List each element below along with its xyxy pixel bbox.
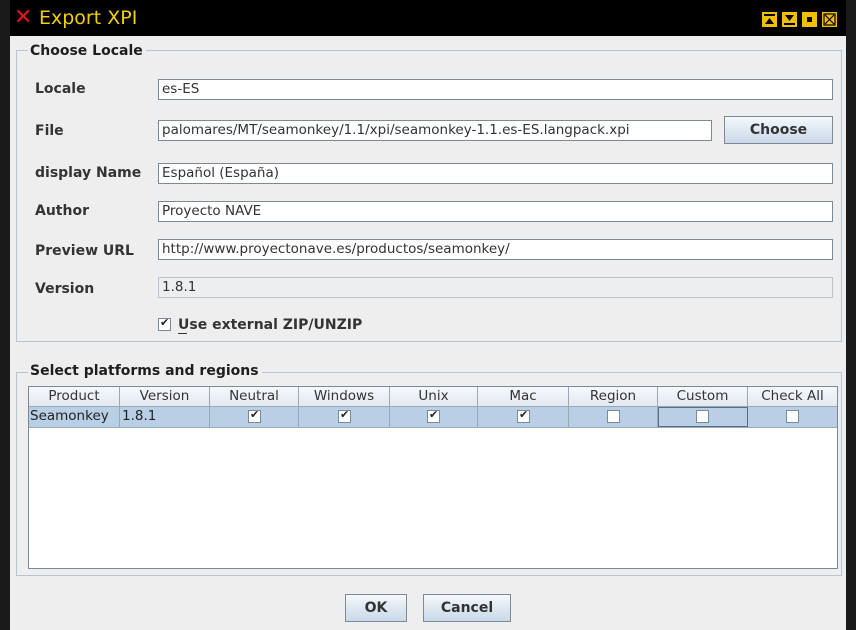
close-icon[interactable] [822, 12, 837, 27]
custom-cell[interactable] [658, 407, 748, 427]
preview-url-label: Preview URL [35, 243, 134, 259]
mac-checkbox[interactable]: ✔ [517, 408, 530, 423]
checkmark-icon: ✔ [250, 408, 260, 421]
app-close-x-icon[interactable]: ✕ [14, 7, 34, 29]
mac-cell[interactable]: ✔ [478, 407, 569, 427]
locale-field[interactable]: es-ES [158, 79, 833, 100]
ok-button[interactable]: OK [345, 594, 407, 622]
restore-icon[interactable] [802, 12, 817, 27]
column-header-custom[interactable]: Custom [658, 387, 748, 407]
author-label: Author [35, 203, 89, 219]
column-header-windows[interactable]: Windows [299, 387, 390, 407]
platforms-table[interactable]: Product Version Neutral Windows Unix Mac… [28, 386, 838, 569]
windows-cell[interactable]: ✔ [299, 407, 390, 427]
column-header-product[interactable]: Product [29, 387, 120, 407]
column-header-version[interactable]: Version [120, 387, 210, 407]
mnemonic-underline [178, 333, 187, 334]
file-label: File [35, 123, 64, 139]
use-external-zip-checkbox[interactable]: ✔ [158, 316, 171, 331]
version-field: 1.8.1 [158, 277, 833, 298]
export-xpi-dialog: ✕ Export XPI Choose Locale Locale es-ES … [10, 0, 846, 630]
windows-checkbox[interactable]: ✔ [338, 408, 351, 423]
product-cell[interactable]: Seamonkey [29, 407, 120, 427]
locale-label: Locale [35, 81, 86, 97]
display-name-label: display Name [35, 165, 142, 181]
checkmark-icon: ✔ [340, 408, 350, 421]
region-cell[interactable] [569, 407, 658, 427]
unix-cell[interactable]: ✔ [390, 407, 478, 427]
maximize-icon[interactable] [782, 12, 797, 27]
table-row[interactable]: Seamonkey 1.8.1 ✔ ✔ ✔ ✔ [29, 407, 837, 428]
checkmark-icon: ✔ [160, 316, 170, 329]
version-cell[interactable]: 1.8.1 [120, 407, 210, 427]
column-header-region[interactable]: Region [569, 387, 658, 407]
region-checkbox[interactable] [607, 410, 620, 423]
minimize-icon[interactable] [762, 12, 777, 27]
check-all-checkbox[interactable] [786, 410, 799, 423]
neutral-cell[interactable]: ✔ [210, 407, 299, 427]
column-header-check-all[interactable]: Check All [748, 387, 837, 407]
column-header-mac[interactable]: Mac [478, 387, 569, 407]
column-header-neutral[interactable]: Neutral [210, 387, 299, 407]
platforms-legend: Select platforms and regions [28, 362, 262, 380]
choose-button[interactable]: Choose [724, 116, 833, 144]
version-label: Version [35, 281, 95, 297]
choose-locale-legend: Choose Locale [28, 42, 146, 60]
column-header-unix[interactable]: Unix [390, 387, 478, 407]
custom-checkbox[interactable] [696, 410, 709, 423]
checkmark-icon: ✔ [519, 408, 529, 421]
author-field[interactable]: Proyecto NAVE [158, 201, 833, 222]
neutral-checkbox[interactable]: ✔ [248, 408, 261, 423]
checkmark-icon: ✔ [429, 408, 439, 421]
cancel-button[interactable]: Cancel [423, 594, 511, 622]
check-all-cell[interactable] [748, 407, 837, 427]
title-bar[interactable]: ✕ Export XPI [10, 0, 846, 36]
file-field[interactable]: palomares/MT/seamonkey/1.1/xpi/seamonkey… [158, 120, 712, 141]
unix-checkbox[interactable]: ✔ [427, 408, 440, 423]
window-title: Export XPI [39, 7, 138, 29]
display-name-field[interactable]: Español (España) [158, 163, 833, 184]
preview-url-field[interactable]: http://www.proyectonave.es/productos/sea… [158, 239, 833, 260]
use-external-zip-label[interactable]: Use external ZIP/UNZIP [178, 316, 362, 334]
